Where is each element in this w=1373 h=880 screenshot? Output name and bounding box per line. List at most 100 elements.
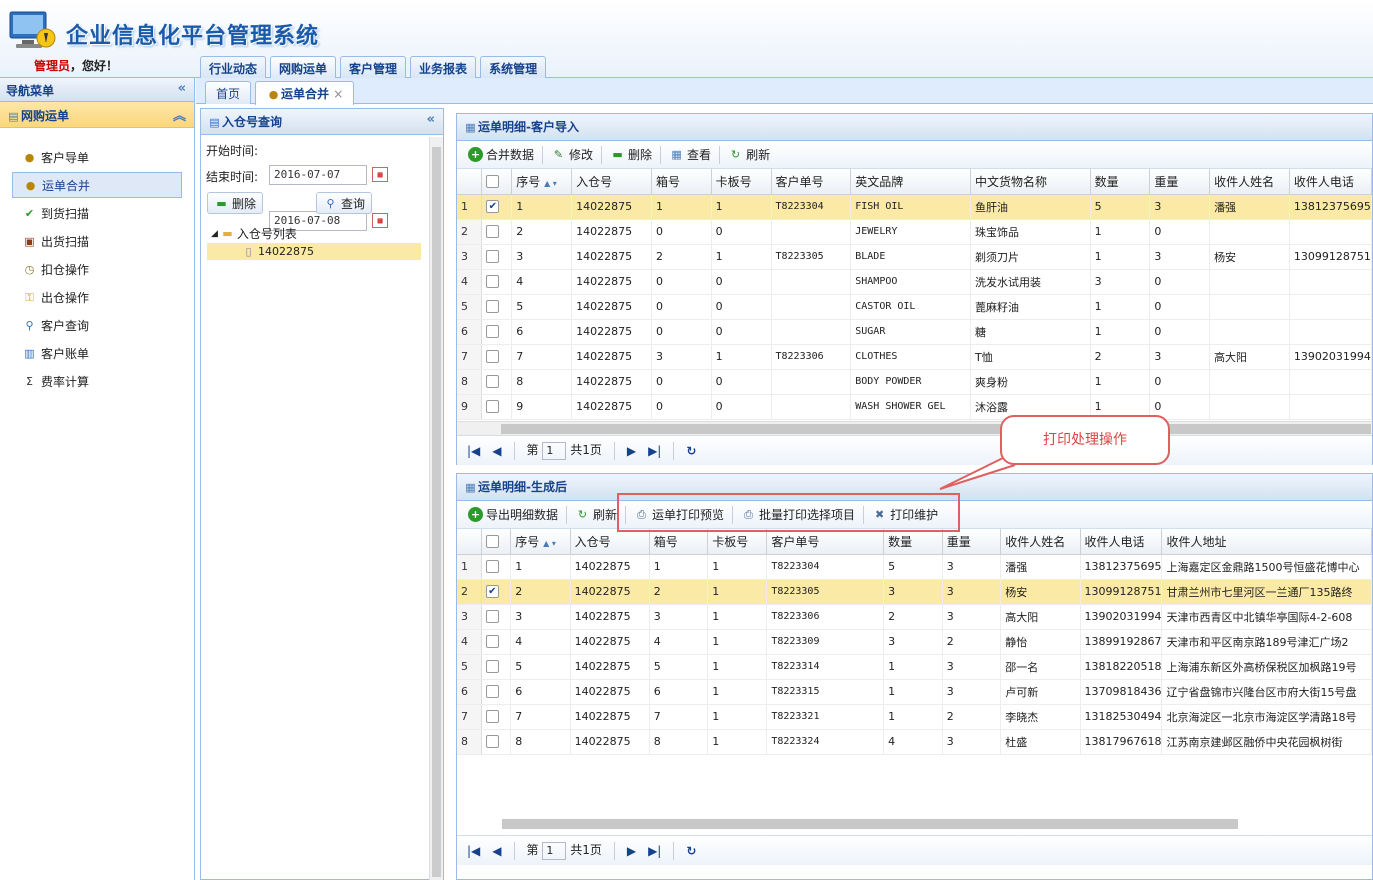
column-header[interactable]: 数量: [1090, 169, 1151, 195]
row-checkbox[interactable]: ✔: [481, 194, 513, 220]
row-checkbox[interactable]: [481, 394, 513, 420]
next-page-icon[interactable]: ▶: [627, 444, 636, 458]
column-header[interactable]: 入仓号: [571, 169, 652, 195]
start-date-input[interactable]: 2016-07-07 ▦: [269, 165, 388, 185]
column-header[interactable]: 收件人地址: [1161, 529, 1372, 555]
table-row[interactable]: 6 6 14022875 6 1 T8223315 1 3 卢可新 13709818436 辽宁省盘…: [457, 679, 1372, 705]
table-row[interactable]: 1 1 14022875 1 1 T8223304 5 3 潘强 13812375695 上海嘉定区…: [457, 554, 1372, 580]
sidebar-item-waybill-merge[interactable]: ● 运单合并: [12, 172, 182, 198]
column-header[interactable]: 数量: [883, 529, 943, 555]
table-row[interactable]: 3 3 14022875 3 1 T8223306 2 3 高大阳 13902031994 天津市西…: [457, 604, 1372, 630]
row-checkbox[interactable]: [481, 654, 512, 680]
table-row[interactable]: 7 7 14022875 3 1 T8223306 CLOTHES T恤 2 3 高大阳 139020…: [457, 344, 1372, 370]
search-button[interactable]: ⚲ 查询: [316, 192, 373, 214]
sidebar-item-arrival-scan[interactable]: ✔ 到货扫描: [12, 200, 182, 226]
refresh-button[interactable]: ↻ 刷新: [723, 144, 775, 166]
column-header[interactable]: 序号 ▲ ▾: [510, 529, 571, 555]
horizontal-scrollbar[interactable]: [457, 817, 1372, 831]
table-row[interactable]: 8 8 14022875 8 1 T8223324 4 3 杜盛 13817967618 江苏南京建…: [457, 729, 1372, 755]
column-header[interactable]: 中文货物名称: [970, 169, 1091, 195]
sidebar-item-rate-calculation[interactable]: Σ 费率计算: [12, 368, 182, 394]
row-checkbox[interactable]: [481, 604, 512, 630]
vertical-scrollbar[interactable]: [429, 137, 443, 880]
collapse-up-icon[interactable]: ︽: [173, 105, 186, 124]
sidebar-item-customer-import[interactable]: ● 客户导单: [12, 144, 182, 170]
column-header[interactable]: 重量: [1149, 169, 1211, 195]
sidebar-item-outbound-operation[interactable]: ⚿ 出仓操作: [12, 284, 182, 310]
column-header[interactable]: 序号 ▲ ▾: [511, 169, 573, 195]
column-header[interactable]: 重量: [942, 529, 1002, 555]
row-checkbox[interactable]: [481, 319, 513, 345]
calendar-icon[interactable]: ▦: [372, 213, 388, 228]
collapse-left-icon[interactable]: «: [178, 81, 186, 96]
topnav-online-waybill[interactable]: 网购运单: [270, 56, 337, 78]
first-page-icon[interactable]: |◀: [467, 444, 480, 458]
row-checkbox[interactable]: [481, 729, 512, 755]
calendar-icon[interactable]: ▦: [372, 167, 388, 182]
tree-root[interactable]: ◢ ▬ 入仓号列表: [211, 225, 297, 242]
close-tab-icon[interactable]: ×: [333, 87, 343, 101]
row-checkbox[interactable]: [481, 369, 513, 395]
table-row[interactable]: 4 4 14022875 4 1 T8223309 3 2 静怡 13899192867 天津市和平…: [457, 629, 1372, 655]
merge-data-button[interactable]: + 合并数据: [463, 144, 539, 166]
topnav-customer-management[interactable]: 客户管理: [340, 56, 407, 78]
page-input[interactable]: 1: [542, 442, 567, 460]
tree-expand-icon[interactable]: ◢: [211, 229, 218, 239]
row-checkbox[interactable]: [481, 704, 512, 730]
topnav-system-management[interactable]: 系统管理: [480, 56, 547, 78]
delete-button[interactable]: ▬ 删除: [207, 192, 264, 214]
column-header[interactable]: 收件人姓名: [1000, 529, 1081, 555]
tab-waybill-merge[interactable]: ● 运单合并 ×: [255, 81, 355, 105]
column-header[interactable]: 客户单号: [771, 169, 852, 195]
row-checkbox[interactable]: [481, 554, 512, 580]
refresh-button[interactable]: ↻ 刷新: [570, 504, 622, 526]
nav-section-header[interactable]: ▤ 网购运单 ︽: [0, 102, 194, 128]
tab-home[interactable]: 首页: [205, 81, 252, 104]
delete-button[interactable]: ▬ 删除: [605, 144, 657, 166]
column-header[interactable]: 客户单号: [766, 529, 885, 555]
last-page-icon[interactable]: ▶|: [648, 444, 661, 458]
sidebar-item-customer-bill[interactable]: ▥ 客户账单: [12, 340, 182, 366]
edit-button[interactable]: ✎ 修改: [546, 144, 598, 166]
sidebar-item-hold-operation[interactable]: ◷ 扣仓操作: [12, 256, 182, 282]
row-checkbox[interactable]: ✔: [481, 579, 512, 605]
column-header[interactable]: 收件人电话: [1080, 529, 1163, 555]
column-header[interactable]: 收件人电话: [1289, 169, 1372, 195]
table-row[interactable]: 5 5 14022875 0 0 CASTOR OIL 蓖麻籽油 1 0: [457, 294, 1372, 320]
topnav-industry-news[interactable]: 行业动态: [200, 56, 267, 78]
refresh-icon[interactable]: ↻: [686, 844, 696, 858]
tree-item[interactable]: ▯ 14022875: [207, 243, 421, 260]
select-all-checkbox[interactable]: [481, 529, 512, 555]
table-row[interactable]: 4 4 14022875 0 0 SHAMPOO 洗发水试用装 3 0: [457, 269, 1372, 295]
select-all-checkbox[interactable]: [481, 169, 513, 195]
prev-page-icon[interactable]: ◀: [492, 844, 501, 858]
sidebar-item-customer-query[interactable]: ⚲ 客户查询: [12, 312, 182, 338]
last-page-icon[interactable]: ▶|: [648, 844, 661, 858]
refresh-icon[interactable]: ↻: [686, 444, 696, 458]
column-header[interactable]: 入仓号: [570, 529, 650, 555]
table-row[interactable]: 5 5 14022875 5 1 T8223314 1 3 邵一名 13818220518 上海浦东…: [457, 654, 1372, 680]
column-header[interactable]: 英文品牌: [850, 169, 972, 195]
page-input[interactable]: 1: [542, 842, 567, 860]
column-header[interactable]: 箱号: [649, 529, 709, 555]
view-button[interactable]: ▦ 查看: [664, 144, 716, 166]
row-checkbox[interactable]: [481, 244, 513, 270]
row-checkbox[interactable]: [481, 629, 512, 655]
next-page-icon[interactable]: ▶: [627, 844, 636, 858]
table-row[interactable]: 9 9 14022875 0 0 WASH SHOWER GEL 沐浴露 1 0: [457, 394, 1372, 420]
row-checkbox[interactable]: [481, 679, 512, 705]
sidebar-item-shipment-scan[interactable]: ▣ 出货扫描: [12, 228, 182, 254]
row-checkbox[interactable]: [481, 219, 513, 245]
table-row[interactable]: 3 3 14022875 2 1 T8223305 BLADE 剃须刀片 1 3 杨安 1309912…: [457, 244, 1372, 270]
topnav-business-reports[interactable]: 业务报表: [410, 56, 477, 78]
table-row[interactable]: 2 2 14022875 0 0 JEWELRY 珠宝饰品 1 0: [457, 219, 1372, 245]
prev-page-icon[interactable]: ◀: [492, 444, 501, 458]
row-checkbox[interactable]: [481, 294, 513, 320]
column-header[interactable]: 箱号: [651, 169, 712, 195]
row-checkbox[interactable]: [481, 344, 513, 370]
table-row[interactable]: 7 7 14022875 7 1 T8223321 1 2 李晓杰 13182530494 北京海淀…: [457, 704, 1372, 730]
column-header[interactable]: 卡板号: [707, 529, 768, 555]
table-row[interactable]: 8 8 14022875 0 0 BODY POWDER 爽身粉 1 0: [457, 369, 1372, 395]
table-row[interactable]: 2 ✔ 2 14022875 2 1 T8223305 3 3 杨安 13099128751 甘肃兰州…: [457, 579, 1372, 605]
horizontal-scrollbar[interactable]: [457, 421, 1372, 435]
